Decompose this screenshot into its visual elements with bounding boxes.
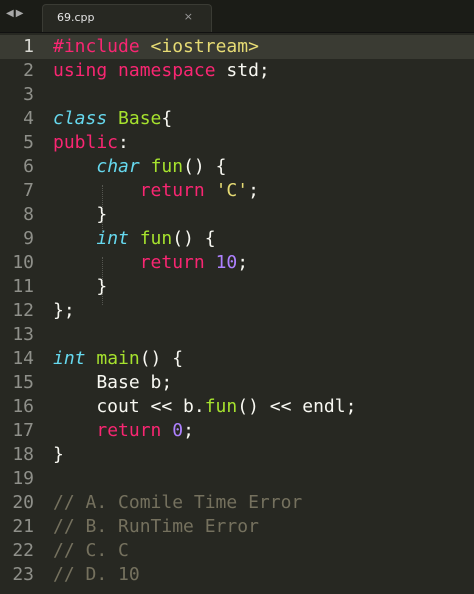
line-number: 16 <box>12 396 34 417</box>
code-line[interactable]: 6 char fun() { <box>0 155 474 179</box>
code-text: } <box>53 204 108 225</box>
line-number: 7 <box>23 180 34 201</box>
code-text: return 0; <box>96 420 194 441</box>
code-line[interactable]: 10 return 10; <box>0 251 474 275</box>
line-number: 5 <box>23 132 34 153</box>
tab-back-icon[interactable]: ◀ <box>6 8 16 19</box>
code-text: #include <iostream> <box>53 36 259 57</box>
line-number: 9 <box>23 228 34 249</box>
code-line[interactable]: 19 <box>0 467 474 491</box>
code-text: // C. C <box>53 540 129 561</box>
line-number: 14 <box>12 348 34 369</box>
code-line[interactable]: 20 // A. Comile Time Error <box>0 491 474 515</box>
code-line[interactable]: 17 return 0; <box>0 419 474 443</box>
line-number: 11 <box>12 276 34 297</box>
code-line[interactable]: 8 } <box>0 203 474 227</box>
line-number: 13 <box>12 324 34 345</box>
tab-navigation: ◀▶ <box>6 8 25 19</box>
line-number: 22 <box>12 540 34 561</box>
close-icon[interactable]: × <box>184 10 193 23</box>
code-text: return 'C'; <box>139 180 259 201</box>
code-line[interactable]: 4 class Base{ <box>0 107 474 131</box>
editor-window: ◀▶ 69.cpp × 1 #include <iostream> 2 using n… <box>0 0 474 594</box>
code-line[interactable]: 1 #include <iostream> <box>0 35 474 59</box>
code-text: int main() { <box>53 348 184 369</box>
line-number: 12 <box>12 300 34 321</box>
line-number: 10 <box>12 252 34 273</box>
line-number: 15 <box>12 372 34 393</box>
code-text: Base b; <box>53 372 173 393</box>
code-line[interactable]: 21 // B. RunTime Error <box>0 515 474 539</box>
code-editor[interactable]: 1 #include <iostream> 2 using namespace std… <box>0 33 474 594</box>
line-number: 1 <box>23 36 34 57</box>
code-text: class Base{ <box>53 108 173 129</box>
code-text: } <box>53 444 64 465</box>
code-line[interactable]: 23 // D. 10 <box>0 563 474 587</box>
code-text: }; <box>53 300 75 321</box>
code-line[interactable]: 9 int fun() { <box>0 227 474 251</box>
code-line[interactable]: 2 using namespace std; <box>0 59 474 83</box>
code-text: // D. 10 <box>53 564 140 585</box>
line-number: 19 <box>12 468 34 489</box>
code-text: using namespace std; <box>53 60 270 81</box>
file-tab[interactable]: 69.cpp × <box>42 4 212 32</box>
code-line[interactable]: 12}; <box>0 299 474 323</box>
code-text: int fun() { <box>96 228 216 249</box>
line-number: 8 <box>23 204 34 225</box>
line-number: 18 <box>12 444 34 465</box>
code-text: char fun() { <box>96 156 227 177</box>
code-line[interactable]: 15 Base b; <box>0 371 474 395</box>
tab-title: 69.cpp <box>57 11 95 24</box>
line-number: 6 <box>23 156 34 177</box>
code-text: cout << b.fun() << endl; <box>53 396 357 417</box>
line-number: 20 <box>12 492 34 513</box>
line-number: 2 <box>23 60 34 81</box>
code-text: } <box>53 276 108 297</box>
line-number: 4 <box>23 108 34 129</box>
line-number: 23 <box>12 564 34 585</box>
code-line[interactable]: 13 <box>0 323 474 347</box>
tab-bar: ◀▶ 69.cpp × <box>0 0 474 33</box>
code-line[interactable]: 18} <box>0 443 474 467</box>
line-number: 21 <box>12 516 34 537</box>
code-text: public: <box>53 132 129 153</box>
code-line[interactable]: 3 <box>0 83 474 107</box>
tab-forward-icon[interactable]: ▶ <box>16 8 26 19</box>
code-line[interactable]: 5 public: <box>0 131 474 155</box>
code-line[interactable]: 16 cout << b.fun() << endl; <box>0 395 474 419</box>
code-text: // A. Comile Time Error <box>53 492 303 513</box>
code-line[interactable]: 14 int main() { <box>0 347 474 371</box>
line-number: 17 <box>12 420 34 441</box>
code-line[interactable]: 7 return 'C'; <box>0 179 474 203</box>
line-number: 3 <box>23 84 34 105</box>
code-text: return 10; <box>139 252 249 273</box>
code-line[interactable]: 11 } <box>0 275 474 299</box>
code-text: // B. RunTime Error <box>53 516 259 537</box>
code-line[interactable]: 22 // C. C <box>0 539 474 563</box>
